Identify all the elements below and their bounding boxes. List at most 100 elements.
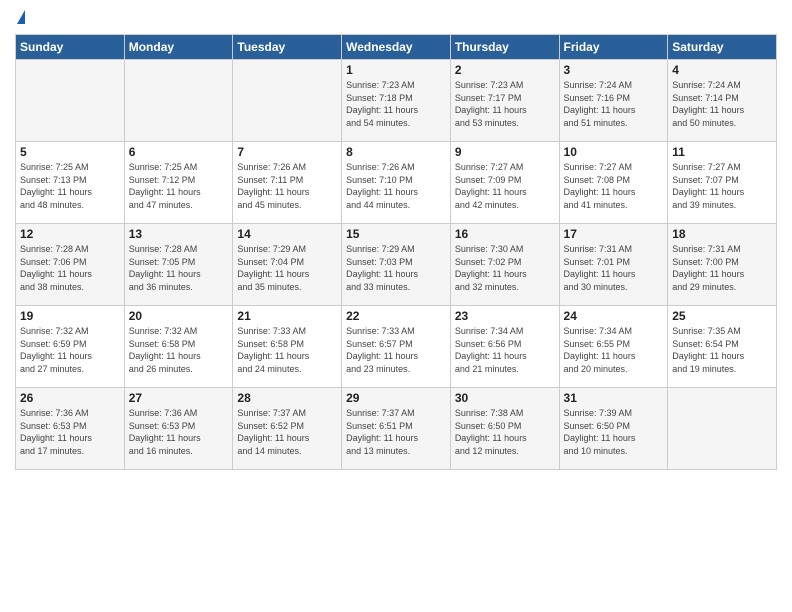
week-row-1: 1 Sunrise: 7:23 AM Sunset: 7:18 PM Daylig… — [16, 60, 777, 142]
day-info: Sunrise: 7:26 AM Sunset: 7:11 PM Dayligh… — [237, 161, 337, 211]
day-info: Sunrise: 7:31 AM Sunset: 7:01 PM Dayligh… — [564, 243, 664, 293]
calendar-table: SundayMondayTuesdayWednesdayThursdayFrid… — [15, 34, 777, 470]
day-number: 21 — [237, 309, 337, 323]
day-info: Sunrise: 7:27 AM Sunset: 7:08 PM Dayligh… — [564, 161, 664, 211]
header-cell-wednesday: Wednesday — [342, 35, 451, 60]
day-cell: 22Sunrise: 7:33 AM Sunset: 6:57 PM Dayli… — [342, 306, 451, 388]
day-number: 1 — [346, 63, 446, 77]
day-cell: 11 Sunrise: 7:27 AM Sunset: 7:07 PM Dayli… — [668, 142, 777, 224]
day-number: 2 — [455, 63, 555, 77]
day-number: 7 — [237, 145, 337, 159]
day-number: 6 — [129, 145, 229, 159]
day-cell: 17 Sunrise: 7:31 AM Sunset: 7:01 PM Dayli… — [559, 224, 668, 306]
day-cell: 19 Sunrise: 7:32 AM Sunset: 6:59 PM Dayli… — [16, 306, 125, 388]
day-cell: 7 Sunrise: 7:26 AM Sunset: 7:11 PM Daylig… — [233, 142, 342, 224]
day-cell — [668, 388, 777, 470]
day-cell — [16, 60, 125, 142]
header-cell-monday: Monday — [124, 35, 233, 60]
day-info: Sunrise: 7:26 AM Sunset: 7:10 PM Dayligh… — [346, 161, 446, 211]
day-cell: 9 Sunrise: 7:27 AM Sunset: 7:09 PM Daylig… — [450, 142, 559, 224]
day-cell — [124, 60, 233, 142]
header-cell-tuesday: Tuesday — [233, 35, 342, 60]
day-cell: 10 Sunrise: 7:27 AM Sunset: 7:08 PM Dayli… — [559, 142, 668, 224]
day-info: Sunrise: 7:32 AM Sunset: 6:58 PM Dayligh… — [129, 325, 229, 375]
week-row-2: 5Sunrise: 7:25 AM Sunset: 7:13 PM Daylig… — [16, 142, 777, 224]
day-cell: 13 Sunrise: 7:28 AM Sunset: 7:05 PM Dayli… — [124, 224, 233, 306]
day-number: 28 — [237, 391, 337, 405]
day-info: Sunrise: 7:37 AM Sunset: 6:51 PM Dayligh… — [346, 407, 446, 457]
day-cell: 27Sunrise: 7:36 AM Sunset: 6:53 PM Dayli… — [124, 388, 233, 470]
day-info: Sunrise: 7:24 AM Sunset: 7:16 PM Dayligh… — [564, 79, 664, 129]
day-cell: 24 Sunrise: 7:34 AM Sunset: 6:55 PM Dayli… — [559, 306, 668, 388]
header-cell-friday: Friday — [559, 35, 668, 60]
day-info: Sunrise: 7:32 AM Sunset: 6:59 PM Dayligh… — [20, 325, 120, 375]
day-cell: 16 Sunrise: 7:30 AM Sunset: 7:02 PM Dayli… — [450, 224, 559, 306]
day-cell: 3 Sunrise: 7:24 AM Sunset: 7:16 PM Daylig… — [559, 60, 668, 142]
day-cell: 28 Sunrise: 7:37 AM Sunset: 6:52 PM Dayli… — [233, 388, 342, 470]
day-info: Sunrise: 7:27 AM Sunset: 7:09 PM Dayligh… — [455, 161, 555, 211]
day-number: 17 — [564, 227, 664, 241]
day-cell: 6 Sunrise: 7:25 AM Sunset: 7:12 PM Daylig… — [124, 142, 233, 224]
day-number: 19 — [20, 309, 120, 323]
day-cell: 20Sunrise: 7:32 AM Sunset: 6:58 PM Dayli… — [124, 306, 233, 388]
day-cell: 2Sunrise: 7:23 AM Sunset: 7:17 PM Daylig… — [450, 60, 559, 142]
day-cell: 25Sunrise: 7:35 AM Sunset: 6:54 PM Dayli… — [668, 306, 777, 388]
day-number: 14 — [237, 227, 337, 241]
day-cell: 29 Sunrise: 7:37 AM Sunset: 6:51 PM Dayli… — [342, 388, 451, 470]
day-info: Sunrise: 7:30 AM Sunset: 7:02 PM Dayligh… — [455, 243, 555, 293]
page-container: SundayMondayTuesdayWednesdayThursdayFrid… — [0, 0, 792, 475]
day-number: 8 — [346, 145, 446, 159]
day-number: 12 — [20, 227, 120, 241]
day-number: 30 — [455, 391, 555, 405]
day-info: Sunrise: 7:27 AM Sunset: 7:07 PM Dayligh… — [672, 161, 772, 211]
day-cell: 8 Sunrise: 7:26 AM Sunset: 7:10 PM Daylig… — [342, 142, 451, 224]
day-number: 11 — [672, 145, 772, 159]
day-number: 23 — [455, 309, 555, 323]
day-cell: 15Sunrise: 7:29 AM Sunset: 7:03 PM Dayli… — [342, 224, 451, 306]
page-header — [15, 10, 777, 26]
header-row: SundayMondayTuesdayWednesdayThursdayFrid… — [16, 35, 777, 60]
week-row-3: 12Sunrise: 7:28 AM Sunset: 7:06 PM Dayli… — [16, 224, 777, 306]
day-number: 10 — [564, 145, 664, 159]
week-row-4: 19 Sunrise: 7:32 AM Sunset: 6:59 PM Dayli… — [16, 306, 777, 388]
day-number: 27 — [129, 391, 229, 405]
header-cell-thursday: Thursday — [450, 35, 559, 60]
day-cell: 4 Sunrise: 7:24 AM Sunset: 7:14 PM Daylig… — [668, 60, 777, 142]
header-cell-saturday: Saturday — [668, 35, 777, 60]
day-info: Sunrise: 7:25 AM Sunset: 7:12 PM Dayligh… — [129, 161, 229, 211]
day-info: Sunrise: 7:33 AM Sunset: 6:57 PM Dayligh… — [346, 325, 446, 375]
day-cell: 1 Sunrise: 7:23 AM Sunset: 7:18 PM Daylig… — [342, 60, 451, 142]
day-number: 3 — [564, 63, 664, 77]
day-info: Sunrise: 7:34 AM Sunset: 6:55 PM Dayligh… — [564, 325, 664, 375]
day-cell: 21 Sunrise: 7:33 AM Sunset: 6:58 PM Dayli… — [233, 306, 342, 388]
day-info: Sunrise: 7:38 AM Sunset: 6:50 PM Dayligh… — [455, 407, 555, 457]
day-info: Sunrise: 7:39 AM Sunset: 6:50 PM Dayligh… — [564, 407, 664, 457]
day-info: Sunrise: 7:37 AM Sunset: 6:52 PM Dayligh… — [237, 407, 337, 457]
day-info: Sunrise: 7:34 AM Sunset: 6:56 PM Dayligh… — [455, 325, 555, 375]
day-info: Sunrise: 7:33 AM Sunset: 6:58 PM Dayligh… — [237, 325, 337, 375]
day-info: Sunrise: 7:24 AM Sunset: 7:14 PM Dayligh… — [672, 79, 772, 129]
day-cell: 14Sunrise: 7:29 AM Sunset: 7:04 PM Dayli… — [233, 224, 342, 306]
day-number: 26 — [20, 391, 120, 405]
day-number: 24 — [564, 309, 664, 323]
day-info: Sunrise: 7:31 AM Sunset: 7:00 PM Dayligh… — [672, 243, 772, 293]
day-cell — [233, 60, 342, 142]
logo — [15, 10, 25, 26]
week-row-5: 26 Sunrise: 7:36 AM Sunset: 6:53 PM Dayli… — [16, 388, 777, 470]
day-info: Sunrise: 7:36 AM Sunset: 6:53 PM Dayligh… — [20, 407, 120, 457]
day-number: 9 — [455, 145, 555, 159]
day-number: 4 — [672, 63, 772, 77]
day-info: Sunrise: 7:28 AM Sunset: 7:05 PM Dayligh… — [129, 243, 229, 293]
day-number: 5 — [20, 145, 120, 159]
day-info: Sunrise: 7:23 AM Sunset: 7:18 PM Dayligh… — [346, 79, 446, 129]
day-cell: 23 Sunrise: 7:34 AM Sunset: 6:56 PM Dayli… — [450, 306, 559, 388]
day-number: 16 — [455, 227, 555, 241]
day-cell: 26 Sunrise: 7:36 AM Sunset: 6:53 PM Dayli… — [16, 388, 125, 470]
logo-triangle-icon — [17, 10, 25, 24]
day-cell: 5Sunrise: 7:25 AM Sunset: 7:13 PM Daylig… — [16, 142, 125, 224]
day-number: 15 — [346, 227, 446, 241]
day-info: Sunrise: 7:35 AM Sunset: 6:54 PM Dayligh… — [672, 325, 772, 375]
day-number: 13 — [129, 227, 229, 241]
day-cell: 12Sunrise: 7:28 AM Sunset: 7:06 PM Dayli… — [16, 224, 125, 306]
day-number: 29 — [346, 391, 446, 405]
